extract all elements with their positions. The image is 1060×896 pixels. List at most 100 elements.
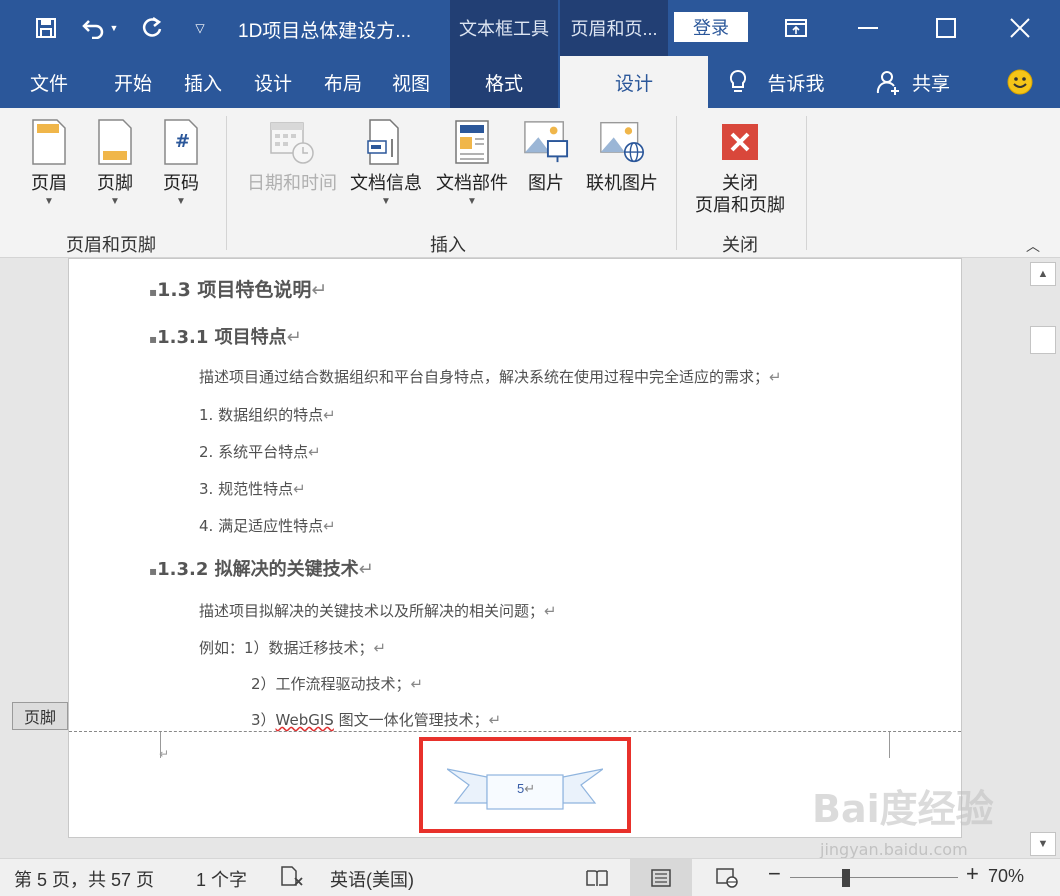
tab-view[interactable]: 视图 — [380, 56, 442, 108]
header-icon — [26, 116, 72, 168]
paragraph: 描述项目通过结合数据组织和平台自身特点，解决系统在使用过程中完全适应的需求；↵ — [199, 368, 782, 386]
paragraph-mark: ↵ — [159, 747, 170, 761]
redo-icon[interactable] — [138, 12, 166, 44]
paragraph: 描述项目拟解决的关键技术以及所解决的相关问题；↵ — [199, 602, 557, 620]
tab-layout[interactable]: 布局 — [312, 56, 374, 108]
list-item: 3. 规范性特点↵ — [199, 480, 306, 498]
lightbulb-icon[interactable] — [722, 56, 754, 108]
watermark-url: jingyan.baidu.com — [820, 840, 968, 859]
web-layout-icon[interactable] — [706, 859, 748, 896]
page-number-button[interactable]: # 页码 ▼ — [158, 116, 204, 207]
document-info-button[interactable]: 文档信息 ▼ — [346, 116, 426, 207]
login-button[interactable]: 登录 — [674, 12, 748, 42]
header-dropdown-icon: ▼ — [44, 196, 54, 207]
tell-me-box[interactable]: 告诉我 — [760, 56, 832, 108]
zoom-out-button[interactable]: − — [768, 861, 781, 887]
date-time-button[interactable]: 日期和时间 — [244, 116, 340, 194]
scroll-up-icon[interactable]: ▲ — [1030, 262, 1056, 286]
read-mode-icon[interactable] — [576, 859, 618, 896]
word-count-status[interactable]: 1 个字 — [196, 866, 247, 892]
highlight-annotation-box — [419, 737, 631, 833]
quick-parts-button[interactable]: 文档部件 ▼ — [432, 116, 512, 207]
header-button[interactable]: 页眉 ▼ — [26, 116, 72, 207]
group-label-insert: 插入 — [430, 235, 466, 255]
document-title: 1D项目总体建设方... — [238, 21, 412, 42]
zoom-slider[interactable] — [790, 877, 958, 878]
paragraph: 3）WebGIS 图文一体化管理技术；↵ — [251, 711, 502, 729]
paragraph: 例如：1）数据迁移技术；↵ — [199, 639, 387, 657]
group-label-header-footer: 页眉和页脚 — [66, 235, 156, 255]
footer-dropdown-icon: ▼ — [110, 196, 120, 207]
heading-1-3: ▪1.3 项目特色说明↵ — [149, 279, 328, 301]
undo-dropdown-icon[interactable]: ▼ — [106, 12, 122, 44]
svg-text:#: # — [175, 131, 190, 152]
minimize-icon[interactable] — [848, 8, 888, 48]
document-info-dropdown-icon: ▼ — [381, 196, 391, 207]
footer-button[interactable]: 页脚 ▼ — [92, 116, 138, 207]
list-item: 1. 数据组织的特点↵ — [199, 406, 336, 424]
group-separator — [806, 116, 807, 250]
margin-corner — [137, 732, 161, 758]
group-separator — [226, 116, 227, 250]
page-count-status[interactable]: 第 5 页，共 57 页 — [14, 866, 154, 892]
vertical-scrollbar[interactable]: ▲ ▼ — [1028, 258, 1060, 858]
close-x-icon — [717, 116, 763, 168]
calendar-clock-icon — [269, 116, 315, 168]
zoom-in-button[interactable]: + — [966, 861, 979, 887]
online-picture-button[interactable]: 联机图片 — [580, 116, 664, 194]
undo-icon[interactable] — [80, 12, 108, 44]
picture-button[interactable]: 图片 — [520, 116, 572, 194]
list-item: 4. 满足适应性特点↵ — [199, 517, 336, 535]
print-layout-icon[interactable] — [630, 859, 692, 896]
status-bar: 第 5 页，共 57 页 1 个字 英语(美国) − + 70% — [0, 858, 1060, 896]
customize-qat-icon[interactable]: ▽ — [186, 12, 214, 44]
watermark: Bai度经验 — [812, 787, 994, 831]
footer-boundary — [69, 731, 961, 732]
collapse-ribbon-icon[interactable]: ︿ — [1026, 236, 1040, 256]
online-picture-icon — [599, 116, 645, 168]
margin-corner — [889, 732, 913, 758]
tab-home[interactable]: 开始 — [102, 56, 164, 108]
misspelled-word: WebGIS — [275, 711, 334, 729]
ribbon-display-options-icon[interactable] — [776, 8, 816, 48]
ctx-tab-header-footer-tools: 页眉和页... — [560, 0, 668, 56]
quick-parts-icon — [449, 116, 495, 168]
close-window-icon[interactable] — [1000, 8, 1040, 48]
paragraph: 2）工作流程驱动技术；↵ — [251, 675, 424, 693]
picture-icon — [523, 116, 569, 168]
page-number-icon: # — [158, 116, 204, 168]
list-item: 2. 系统平台特点↵ — [199, 443, 321, 461]
document-info-icon — [363, 116, 409, 168]
ribbon-tab-row: 文件 开始 插入 设计 布局 视图 格式 设计 告诉我 共享 — [0, 56, 1060, 108]
quick-parts-dropdown-icon: ▼ — [467, 196, 477, 207]
ribbon-panel: 页眉 ▼ 页脚 ▼ # 页码 ▼ 页眉和页脚 日期和时间 文档信息 ▼ 文档部件… — [0, 108, 1060, 258]
maximize-icon[interactable] — [926, 8, 966, 48]
heading-1-3-1: ▪1.3.1 项目特点↵ — [149, 327, 302, 348]
language-status[interactable]: 英语(美国) — [330, 866, 414, 892]
heading-1-3-2: ▪1.3.2 拟解决的关键技术↵ — [149, 559, 374, 580]
tab-header-footer-design[interactable]: 设计 — [560, 56, 708, 108]
scroll-down-icon[interactable]: ▼ — [1030, 832, 1056, 856]
tab-file[interactable]: 文件 — [18, 56, 80, 108]
document-page[interactable]: ▪1.3 项目特色说明↵ ▪1.3.1 项目特点↵ 描述项目通过结合数据组织和平… — [68, 258, 962, 838]
share-person-icon[interactable] — [872, 56, 904, 108]
zoom-slider-thumb[interactable] — [842, 869, 850, 887]
tab-design[interactable]: 设计 — [242, 56, 304, 108]
close-header-footer-button[interactable]: 关闭 页眉和页脚 — [690, 116, 790, 216]
tab-format[interactable]: 格式 — [450, 56, 558, 108]
proofing-icon[interactable] — [280, 865, 304, 892]
document-area: ▪1.3 项目特色说明↵ ▪1.3.1 项目特点↵ 描述项目通过结合数据组织和平… — [0, 258, 1028, 858]
title-bar: ▼ ▽ 1D项目总体建设方... 文本框工具 页眉和页... 登录 — [0, 0, 1060, 56]
scroll-thumb[interactable] — [1030, 326, 1056, 354]
save-icon[interactable] — [32, 12, 60, 44]
smiley-feedback-icon[interactable] — [1004, 56, 1036, 108]
share-button[interactable]: 共享 — [908, 56, 954, 108]
ctx-tab-textbox-tools: 文本框工具 — [450, 0, 558, 56]
zoom-level[interactable]: 70% — [988, 866, 1024, 887]
group-separator — [676, 116, 677, 250]
group-label-close: 关闭 — [722, 235, 758, 255]
page-number-dropdown-icon: ▼ — [176, 196, 186, 207]
footer-tag: 页脚 — [12, 702, 68, 730]
tab-insert[interactable]: 插入 — [172, 56, 234, 108]
footer-icon — [92, 116, 138, 168]
